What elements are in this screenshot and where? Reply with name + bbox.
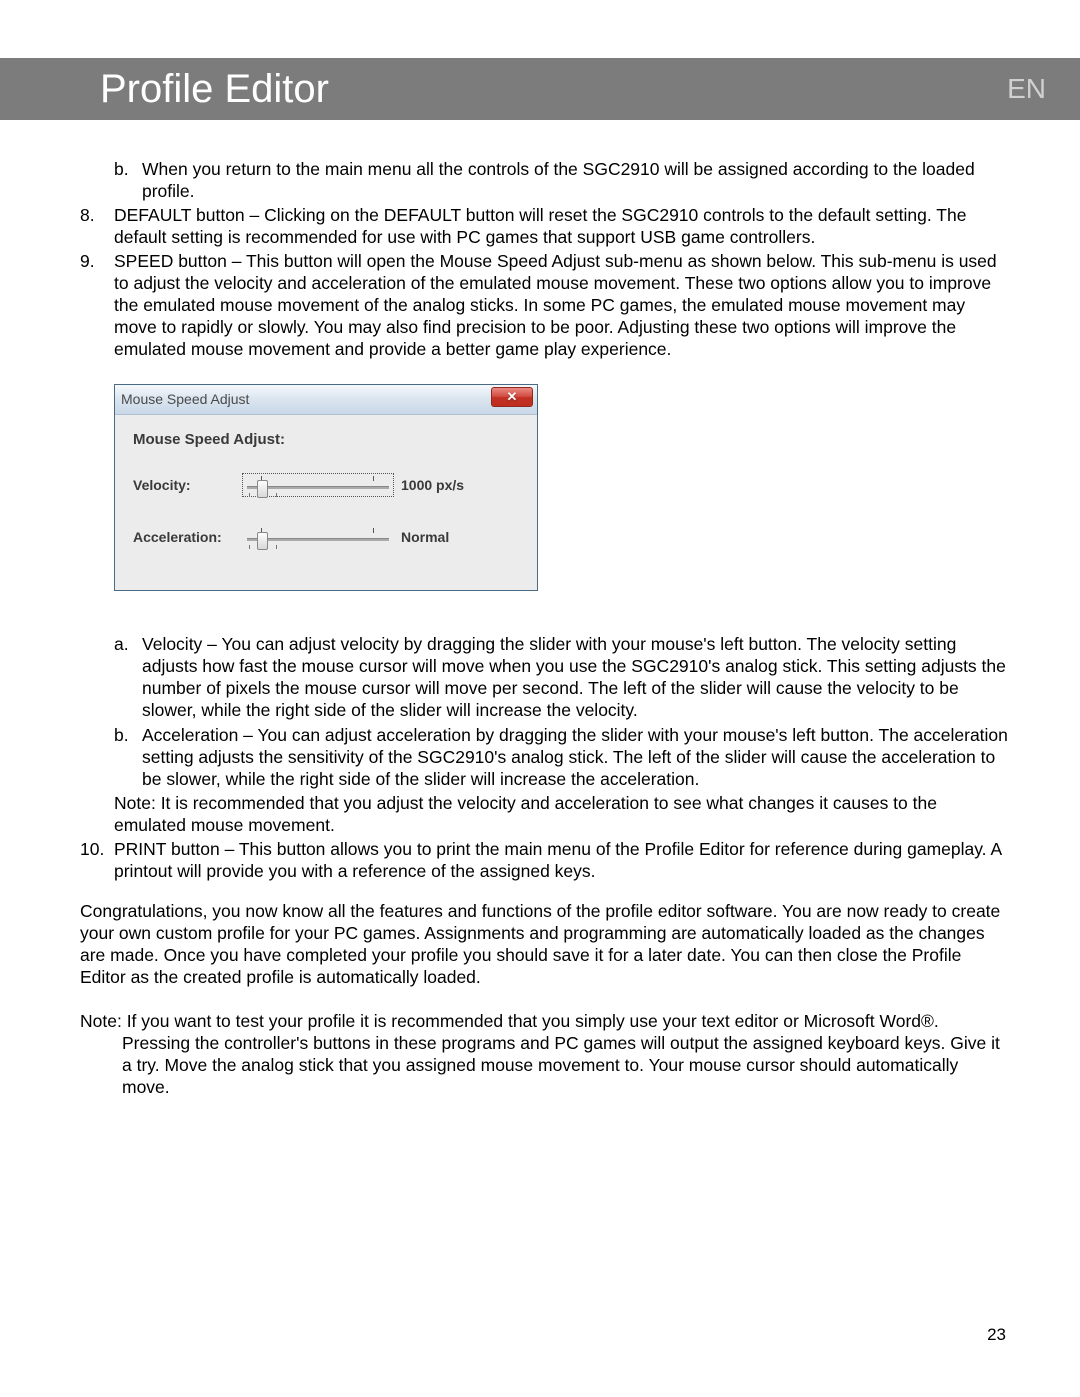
- note-text: Note: It is recommended that you adjust …: [114, 792, 1010, 836]
- velocity-label: Velocity:: [133, 477, 243, 495]
- list-item-text: Velocity – You can adjust velocity by dr…: [142, 633, 1010, 721]
- list-number: 10.: [80, 838, 114, 882]
- page-title: Profile Editor: [100, 67, 329, 112]
- closing-paragraph: Congratulations, you now know all the fe…: [80, 900, 1010, 988]
- list-item-text: SPEED button – This button will open the…: [114, 250, 1010, 360]
- list-letter: b.: [114, 158, 142, 202]
- list-number: 9.: [80, 250, 114, 360]
- header-gutter: [0, 58, 96, 120]
- velocity-row: Velocity: 1000 px/s: [133, 474, 519, 496]
- dialog-body: Mouse Speed Adjust: Velocity: 1000 px/s …: [115, 415, 537, 590]
- acceleration-label: Acceleration:: [133, 529, 243, 547]
- close-icon: ✕: [507, 389, 518, 405]
- list-letter: b.: [114, 724, 142, 790]
- list-item-text: DEFAULT button – Clicking on the DEFAULT…: [114, 204, 1010, 248]
- list-number: 8.: [80, 204, 114, 248]
- final-note-text: Note: If you want to test your profile i…: [80, 1010, 1010, 1098]
- acceleration-value: Normal: [401, 529, 449, 547]
- mouse-speed-dialog: Mouse Speed Adjust ✕ Mouse Speed Adjust:…: [114, 384, 538, 591]
- dialog-titlebar[interactable]: Mouse Speed Adjust ✕: [115, 385, 537, 415]
- acceleration-slider[interactable]: [243, 526, 393, 548]
- list-item-text: When you return to the main menu all the…: [142, 158, 1010, 202]
- velocity-value: 1000 px/s: [401, 477, 464, 495]
- language-badge: EN: [1007, 73, 1046, 105]
- velocity-slider[interactable]: [243, 474, 393, 496]
- dialog-heading: Mouse Speed Adjust:: [133, 431, 519, 450]
- content-area: b. When you return to the main menu all …: [80, 158, 1010, 1098]
- close-button[interactable]: ✕: [491, 387, 533, 407]
- page-number: 23: [987, 1325, 1006, 1345]
- header-bar: Profile Editor EN: [0, 58, 1080, 120]
- acceleration-row: Acceleration: Normal: [133, 526, 519, 548]
- list-item-text: PRINT button – This button allows you to…: [114, 838, 1010, 882]
- dialog-title: Mouse Speed Adjust: [121, 391, 249, 409]
- final-note: Note: If you want to test your profile i…: [80, 1010, 1010, 1098]
- list-item-text: Acceleration – You can adjust accelerati…: [142, 724, 1010, 790]
- list-letter: a.: [114, 633, 142, 721]
